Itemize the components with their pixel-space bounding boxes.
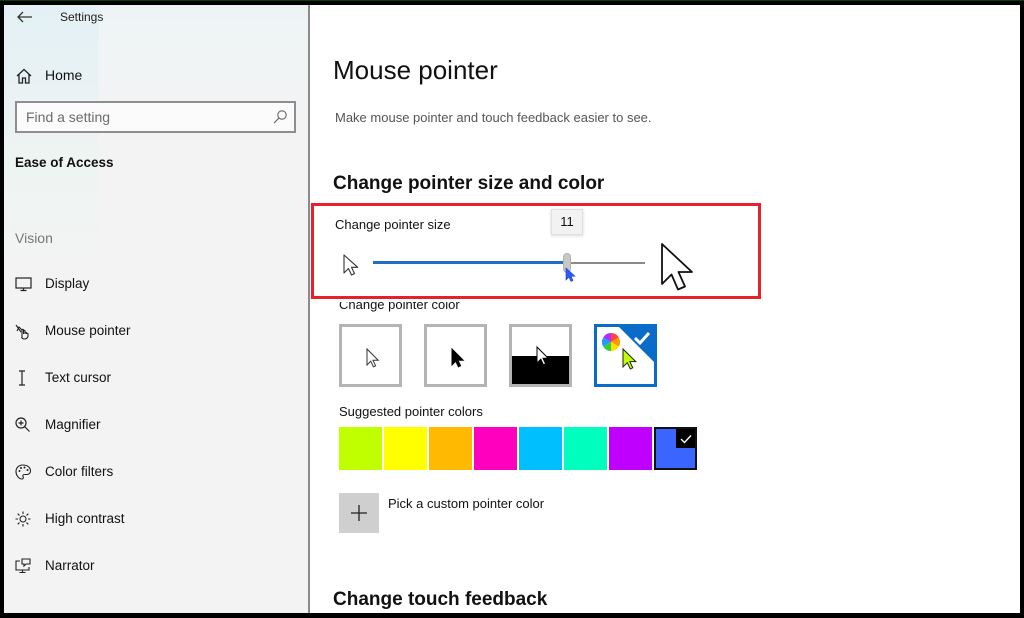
sidebar-item-high-contrast[interactable]: High contrast — [4, 502, 304, 536]
custom-pointer-icon — [601, 327, 654, 370]
pointer-color-custom[interactable] — [594, 324, 657, 387]
sidebar-item-color-filters[interactable]: Color filters — [4, 455, 304, 489]
sidebar-item-label: Display — [45, 276, 90, 291]
sidebar-item-label: Narrator — [45, 558, 95, 573]
sidebar-item-mouse-pointer[interactable]: Mouse pointer — [4, 314, 304, 348]
sidebar-item-magnifier[interactable]: Magnifier — [4, 408, 304, 442]
back-arrow-icon — [17, 11, 32, 23]
home-icon — [16, 68, 32, 84]
sidebar-item-narrator[interactable]: Narrator — [4, 549, 304, 583]
white-pointer-icon — [366, 347, 380, 368]
suggested-color-swatches — [339, 427, 697, 470]
sidebar-item-home[interactable]: Home — [4, 61, 304, 91]
sidebar-item-display[interactable]: Display — [4, 267, 304, 301]
text-cursor-icon — [19, 370, 25, 386]
section-title: Ease of Access — [15, 155, 114, 170]
sidebar-item-label: Mouse pointer — [45, 323, 131, 338]
color-swatch[interactable] — [474, 427, 517, 470]
search-box[interactable] — [15, 101, 296, 133]
search-icon[interactable] — [272, 109, 288, 125]
sidebar-item-label: Text cursor — [45, 370, 112, 385]
sidebar-item-label: High contrast — [45, 511, 125, 526]
pointer-color-label: Change pointer color — [339, 297, 460, 312]
sidebar-item-label: Color filters — [45, 464, 114, 479]
annotation-highlight-box — [311, 203, 761, 299]
magnifier-icon — [15, 417, 30, 432]
search-input[interactable] — [17, 103, 294, 131]
color-swatch[interactable] — [609, 427, 652, 470]
pick-custom-color-button[interactable] — [339, 493, 379, 533]
main-content: Mouse pointer Make mouse pointer and tou… — [310, 5, 1020, 613]
black-pointer-icon — [451, 347, 465, 368]
pointer-color-options — [339, 324, 657, 387]
pointer-color-inverted[interactable] — [509, 324, 572, 387]
app-title: Settings — [60, 10, 104, 24]
pointer-color-black[interactable] — [424, 324, 487, 387]
plus-icon — [351, 505, 367, 521]
palette-icon — [15, 464, 32, 480]
section-heading-touch: Change touch feedback — [333, 589, 548, 610]
inverted-pointer-icon — [512, 345, 569, 384]
sidebar-item-label: Home — [45, 67, 83, 83]
group-label-vision: Vision — [15, 230, 53, 246]
monitor-icon — [15, 277, 32, 292]
color-swatch[interactable] — [429, 427, 472, 470]
sidebar: Settings Home Ease of Access Vision — [4, 5, 309, 613]
title-bar: Settings — [4, 5, 309, 33]
section-heading-pointer: Change pointer size and color — [333, 173, 605, 194]
mouse-pointer-hand-icon — [15, 324, 29, 340]
sun-icon — [15, 511, 31, 527]
screenshot-frame: Settings Home Ease of Access Vision — [0, 0, 1024, 618]
color-swatch[interactable] — [339, 427, 382, 470]
settings-window: Settings Home Ease of Access Vision — [4, 5, 1020, 613]
color-swatch[interactable] — [384, 427, 427, 470]
color-swatch[interactable] — [519, 427, 562, 470]
pointer-color-white[interactable] — [339, 324, 402, 387]
sidebar-item-text-cursor[interactable]: Text cursor — [4, 361, 304, 395]
color-swatch[interactable] — [654, 427, 697, 470]
back-button[interactable] — [14, 7, 36, 27]
narrator-icon — [15, 558, 31, 574]
checkmark-icon — [676, 429, 695, 448]
page-description: Make mouse pointer and touch feedback ea… — [335, 110, 652, 125]
suggested-colors-label: Suggested pointer colors — [339, 404, 483, 419]
page-title: Mouse pointer — [333, 55, 498, 85]
sidebar-item-label: Magnifier — [45, 417, 101, 432]
color-swatch[interactable] — [564, 427, 607, 470]
pick-custom-color-label[interactable]: Pick a custom pointer color — [388, 496, 544, 511]
